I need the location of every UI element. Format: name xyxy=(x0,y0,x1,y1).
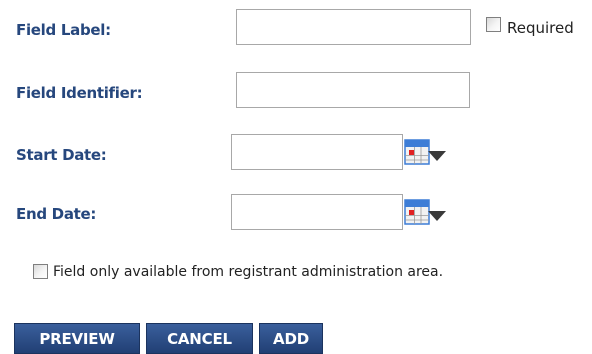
end-date-calendar-button[interactable] xyxy=(404,198,450,226)
start-date-input[interactable] xyxy=(231,134,403,170)
field-identifier-label: Field Identifier: xyxy=(16,84,143,102)
required-checkbox[interactable] xyxy=(486,17,501,32)
cancel-button[interactable]: CANCEL xyxy=(146,323,253,354)
start-date-label: Start Date: xyxy=(16,146,107,164)
field-label-label: Field Label: xyxy=(16,21,111,39)
end-date-label: End Date: xyxy=(16,205,97,223)
calendar-dropdown-icon xyxy=(404,139,446,165)
field-label-input[interactable] xyxy=(236,9,471,45)
required-label: Required xyxy=(507,19,574,37)
end-date-input[interactable] xyxy=(231,194,403,230)
preview-button[interactable]: PREVIEW xyxy=(14,323,140,354)
registrant-only-label: Field only available from registrant adm… xyxy=(53,264,444,280)
start-date-calendar-button[interactable] xyxy=(404,138,450,166)
add-button[interactable]: ADD xyxy=(259,323,323,354)
registrant-only-checkbox[interactable] xyxy=(33,264,48,279)
field-identifier-input[interactable] xyxy=(236,72,470,108)
calendar-dropdown-icon xyxy=(404,199,446,225)
